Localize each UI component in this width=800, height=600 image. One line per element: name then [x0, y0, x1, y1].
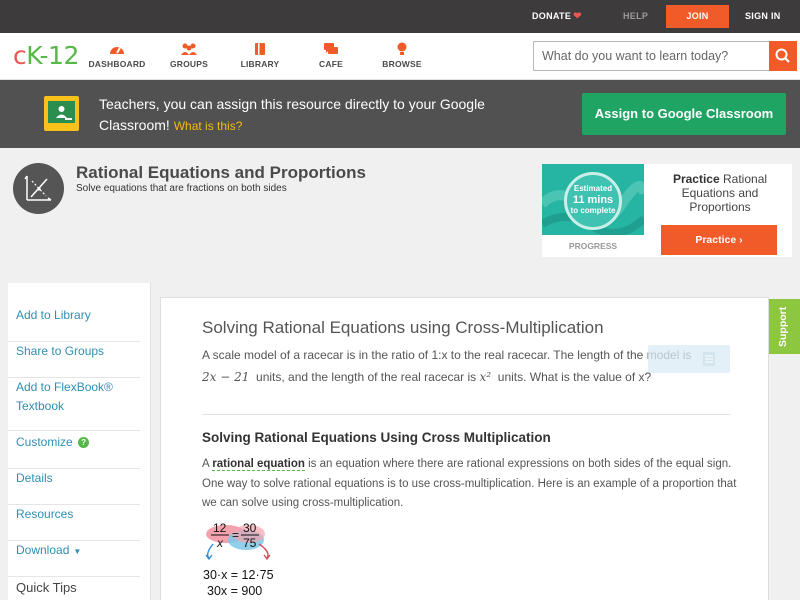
- customize-link[interactable]: Customize ?: [8, 433, 140, 469]
- section-text: A rational equation is an equation where…: [202, 458, 737, 509]
- search-button[interactable]: [769, 41, 797, 71]
- share-to-groups-link[interactable]: Share to Groups: [8, 342, 140, 378]
- top-bar: DONATE ❤ HELP JOIN SIGN IN: [0, 0, 800, 33]
- notes-icon[interactable]: [648, 345, 730, 373]
- chevron-right-icon: ›: [739, 234, 743, 246]
- caret-down-icon: ▼: [73, 547, 82, 556]
- help-icon[interactable]: ?: [78, 437, 90, 448]
- sign-in-link[interactable]: SIGN IN: [745, 0, 781, 33]
- dashboard-icon: [110, 47, 124, 54]
- add-to-library-link[interactable]: Add to Library: [8, 306, 140, 342]
- nav-library[interactable]: LIBRARY: [225, 42, 295, 69]
- nav-groups[interactable]: GROUPS: [154, 42, 224, 69]
- heart-icon: ❤: [573, 11, 582, 22]
- svg-text:30: 30: [243, 521, 257, 535]
- ck12-logo[interactable]: cK-12: [13, 41, 79, 71]
- search-input[interactable]: What do you want to learn today?: [533, 41, 769, 71]
- progress-graphic: Estimated 11 mins to complete: [542, 164, 644, 235]
- equation-step-2: 30x = 900: [207, 584, 263, 598]
- resources-link[interactable]: Resources: [8, 505, 140, 541]
- practice-title: Practice Rational Equations and Proporti…: [672, 172, 768, 214]
- groups-icon: [181, 43, 197, 55]
- google-classroom-banner: Teachers, you can assign this resource d…: [0, 80, 800, 148]
- main-nav: cK-12 DASHBOARD GROUPS LIBRARY CAFE BROW…: [0, 33, 800, 80]
- google-classroom-icon: [44, 96, 79, 131]
- left-sidebar: Add to Library Share to Groups Add to Fl…: [8, 283, 151, 600]
- nav-cafe[interactable]: CAFE: [296, 42, 366, 69]
- help-link[interactable]: HELP: [623, 0, 648, 33]
- quick-tips-heading[interactable]: Quick Tips: [16, 580, 77, 595]
- browse-icon: [397, 42, 407, 55]
- nav-browse[interactable]: BROWSE: [367, 42, 437, 69]
- section-title: Solving Rational Equations Using Cross M…: [202, 430, 551, 445]
- nav-dashboard[interactable]: DASHBOARD: [82, 42, 152, 69]
- concept-title: Rational Equations and Proportions: [76, 163, 366, 182]
- details-link[interactable]: Details: [8, 469, 140, 505]
- support-tab[interactable]: Support: [769, 299, 800, 354]
- lesson-content: Solving Rational Equations using Cross-M…: [160, 297, 769, 600]
- teacher-message: Teachers, you can assign this resource d…: [99, 96, 485, 133]
- rational-equation-term[interactable]: rational equation: [212, 458, 305, 471]
- equation-step-1: 30·x = 12·75: [203, 568, 274, 582]
- practice-card: Estimated 11 mins to complete PROGRESS P…: [542, 164, 792, 257]
- search-icon: [775, 48, 790, 63]
- divider: [202, 414, 730, 415]
- estimated-time-badge: Estimated 11 mins to complete: [564, 172, 622, 230]
- add-to-flexbook-link[interactable]: Add to FlexBook® Textbook: [8, 378, 140, 431]
- download-link[interactable]: Download ▼: [8, 541, 140, 577]
- donate-link[interactable]: DONATE ❤: [532, 0, 582, 33]
- cafe-icon: [324, 43, 338, 54]
- question-title: Solving Rational Equations using Cross-M…: [202, 318, 604, 337]
- what-is-this-link[interactable]: What is this?: [174, 119, 243, 133]
- question-text: A scale model of a racecar is in the rat…: [202, 348, 692, 384]
- assign-to-google-classroom-button[interactable]: Assign to Google Classroom: [582, 93, 786, 135]
- concept-graph-icon: [13, 163, 64, 214]
- concept-subtitle: Solve equations that are fractions on bo…: [76, 183, 287, 194]
- svg-text:x: x: [216, 536, 224, 550]
- library-icon: [255, 43, 265, 55]
- svg-text:12: 12: [213, 521, 227, 535]
- join-button[interactable]: JOIN: [666, 5, 729, 28]
- svg-text:75: 75: [243, 536, 257, 550]
- cross-multiplication-diagram: 12 x = 30 75: [201, 520, 291, 561]
- svg-text:=: =: [232, 528, 239, 542]
- progress-label: PROGRESS: [568, 241, 618, 251]
- practice-button[interactable]: Practice ›: [661, 225, 777, 255]
